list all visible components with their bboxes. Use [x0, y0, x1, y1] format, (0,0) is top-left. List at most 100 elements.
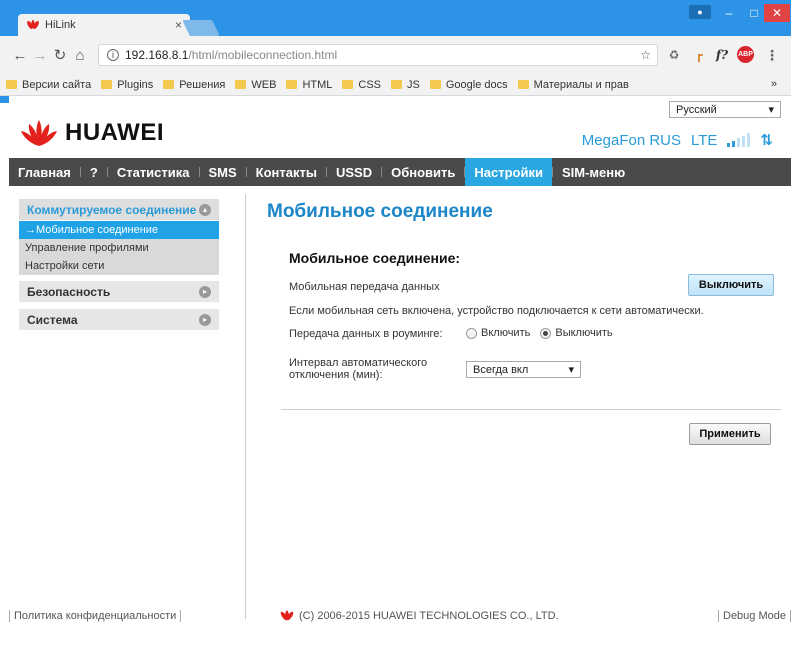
- signal-bar: [742, 135, 746, 147]
- bookmarks-more-icon[interactable]: »: [771, 78, 777, 90]
- bookmark-label: Решения: [179, 78, 226, 91]
- privacy-link[interactable]: Политика конфиденциальности: [9, 610, 182, 622]
- pipe-extension-icon[interactable]: ┏: [690, 46, 708, 64]
- sidebar-item-network-settings[interactable]: Настройки сети: [19, 257, 219, 275]
- sidebar-item-label: →Мобильное соединение: [25, 224, 159, 236]
- bookmark-label: Plugins: [117, 78, 154, 91]
- bookmark-label: JS: [407, 78, 420, 91]
- bookmark-folder[interactable]: Решения: [163, 79, 225, 91]
- adblock-icon[interactable]: ABP: [737, 46, 754, 63]
- browser-tab[interactable]: HiLink ×: [18, 14, 190, 36]
- tab-strip: HiLink × ● – □ ✕: [0, 0, 791, 36]
- nav-item[interactable]: Контакты: [247, 158, 326, 186]
- reload-icon[interactable]: ↻: [50, 46, 70, 64]
- main-nav: Главная? Статистика SMS Контакты USSD Обновит…: [9, 158, 791, 186]
- folder-icon: [391, 80, 403, 89]
- user-profile-icon[interactable]: ●: [689, 5, 711, 19]
- nav-item[interactable]: USSD: [327, 158, 381, 186]
- sidebar-item-mobile-connection[interactable]: →Мобильное соединение: [19, 221, 219, 239]
- home-icon[interactable]: ⌂: [70, 47, 90, 64]
- bookmark-folder[interactable]: Версии сайта: [6, 79, 91, 91]
- bookmark-label: HTML: [302, 78, 333, 91]
- copyright-text: (C) 2006-2015 HUAWEI TECHNOLOGIES CO., L…: [299, 610, 559, 622]
- signal-bar: [732, 140, 736, 147]
- logo-text: HUAWEI: [65, 119, 164, 146]
- folder-icon: [429, 80, 441, 89]
- bookmark-folder[interactable]: JS: [391, 79, 420, 91]
- nav-item[interactable]: Статистика: [108, 158, 199, 186]
- collapse-icon: ▴: [199, 203, 211, 216]
- huawei-flower-icon: [280, 610, 294, 621]
- formula-extension-icon[interactable]: f?: [713, 46, 731, 64]
- bookmark-folder[interactable]: HTML: [286, 79, 332, 91]
- folder-icon: [517, 80, 529, 89]
- folder-icon: [235, 80, 247, 89]
- bookmark-label: Материалы и прав: [533, 78, 629, 91]
- expand-icon: ▸: [199, 285, 211, 298]
- sidebar-item-label: Управление профилями: [25, 242, 149, 254]
- copyright: (C) 2006-2015 HUAWEI TECHNOLOGIES CO., L…: [279, 610, 559, 622]
- bookmark-label: WEB: [251, 78, 277, 91]
- interval-label: Интервал автоматического отключения (мин…: [289, 357, 427, 381]
- bookmark-star-icon[interactable]: ☆: [640, 48, 651, 62]
- sidebar-item-dialup[interactable]: Коммутируемое соединение ▴: [19, 199, 219, 221]
- roaming-label: Передача данных в роуминге:: [289, 328, 443, 340]
- new-tab-button[interactable]: [182, 20, 220, 36]
- back-arrow-icon[interactable]: ←: [10, 47, 30, 64]
- connection-status: MegaFon RUS LTE ⇅: [581, 131, 773, 150]
- huawei-flower-icon: [21, 120, 57, 146]
- chrome-menu-icon[interactable]: ⋮: [763, 46, 781, 64]
- nav-item[interactable]: SIM-меню: [553, 158, 634, 186]
- content-header: Мобильное соединение: [267, 201, 493, 223]
- apply-button[interactable]: Применить: [689, 423, 771, 445]
- roaming-off-radio[interactable]: Выключить: [540, 327, 613, 339]
- folder-icon: [286, 80, 298, 89]
- radio-label: Включить: [481, 327, 531, 339]
- sidebar-item-label: Коммутируемое соединение: [27, 202, 197, 217]
- mobile-data-label: Мобильная передача данных: [289, 281, 440, 293]
- debug-mode-link[interactable]: Debug Mode: [718, 610, 791, 622]
- network-type: LTE: [691, 131, 718, 149]
- sidebar-item-profiles[interactable]: Управление профилями: [19, 239, 219, 257]
- operator-name: MegaFon RUS: [581, 131, 682, 149]
- bookmark-folder[interactable]: Материалы и прав: [517, 78, 629, 91]
- nav-item[interactable]: Обновить: [382, 158, 464, 186]
- bookmark-folder[interactable]: CSS: [342, 79, 381, 91]
- dropdown-arrow-icon: ▾: [768, 104, 774, 116]
- bookmark-folder[interactable]: WEB: [235, 79, 276, 91]
- sidebar-item-system[interactable]: Система ▸: [19, 309, 219, 331]
- interval-select[interactable]: Всегда вкл ▾: [466, 361, 581, 378]
- expand-icon: ▸: [199, 313, 211, 326]
- forward-arrow-icon[interactable]: →: [30, 47, 50, 64]
- url-host: 192.168.8.1: [125, 48, 189, 62]
- bookmark-label: Google docs: [445, 78, 508, 91]
- bookmark-folder[interactable]: Google docs: [429, 78, 508, 91]
- data-transfer-icon: ⇅: [760, 132, 773, 149]
- radio-label: Выключить: [555, 327, 613, 339]
- language-select[interactable]: Русский ▾: [669, 101, 781, 118]
- router-page: HUAWEI Русский ▾ MegaFon RUS LTE ⇅ Главн…: [9, 96, 791, 648]
- dropdown-arrow-icon: ▾: [568, 364, 574, 376]
- signal-bar: [727, 143, 731, 147]
- nav-item[interactable]: SMS: [200, 158, 246, 186]
- page-title: Мобильное соединение: [267, 201, 493, 222]
- browser-toolbar: ← → ↻ ⌂ i 192.168.8.1/html/mobileconnect…: [0, 36, 791, 74]
- nav-item[interactable]: ?: [81, 158, 107, 186]
- close-window-icon[interactable]: ✕: [764, 4, 790, 22]
- section-title: Мобильное соединение:: [289, 250, 461, 266]
- address-bar[interactable]: i 192.168.8.1/html/mobileconnection.html…: [98, 44, 658, 66]
- nav-item[interactable]: Главная: [9, 158, 80, 186]
- disable-mobile-data-button[interactable]: Выключить: [688, 274, 774, 296]
- roaming-options: Включить Выключить: [466, 327, 623, 339]
- folder-icon: [342, 80, 354, 89]
- recycle-extension-icon[interactable]: ♻: [665, 46, 683, 64]
- minimize-icon[interactable]: –: [715, 4, 743, 22]
- tab-close-icon[interactable]: ×: [175, 18, 182, 32]
- info-icon[interactable]: i: [107, 49, 119, 61]
- roaming-on-radio[interactable]: Включить: [466, 327, 530, 339]
- sidebar-item-security[interactable]: Безопасность ▸: [19, 281, 219, 303]
- nav-item[interactable]: Настройки: [465, 158, 552, 186]
- radio-circle: [466, 327, 477, 339]
- tab-title: HiLink: [45, 19, 76, 31]
- bookmark-folder[interactable]: Plugins: [101, 79, 153, 91]
